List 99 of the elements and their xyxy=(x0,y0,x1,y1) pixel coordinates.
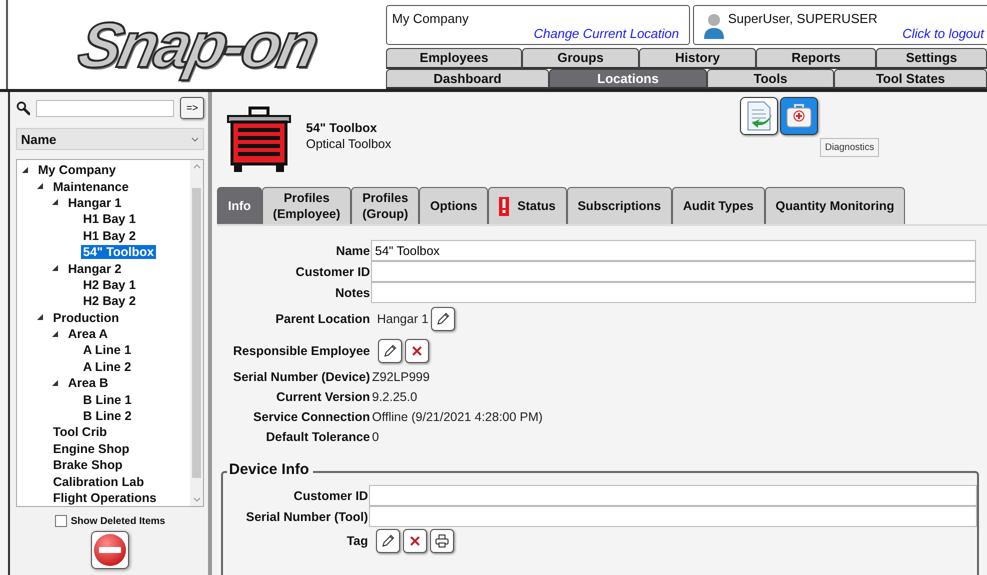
field-label: Serial Number (Device) xyxy=(232,370,370,384)
field-label: Name xyxy=(334,244,370,258)
expand-arrow-icon[interactable] xyxy=(52,380,59,387)
expand-arrow-icon[interactable] xyxy=(52,199,59,206)
tree-item[interactable]: Production xyxy=(51,310,121,325)
tree-item[interactable]: H2 Bay 1 xyxy=(81,278,138,292)
tab[interactable]: Status xyxy=(488,187,567,224)
tab[interactable]: Profiles (Employee) xyxy=(262,187,352,224)
tree-item[interactable]: Area A xyxy=(66,327,110,342)
tree-item[interactable]: A Line 1 xyxy=(81,343,134,358)
clear-button[interactable] xyxy=(403,529,427,553)
report-button[interactable] xyxy=(740,97,778,135)
tree-item[interactable]: 54" Toolbox xyxy=(81,245,156,260)
tab[interactable]: Audit Types xyxy=(672,187,765,224)
input-field[interactable]: 54" Toolbox xyxy=(371,240,976,261)
tooltip: Diagnostics xyxy=(820,138,880,157)
field-label: Service Connection xyxy=(252,410,370,424)
tree-item[interactable]: Hangar 2 xyxy=(66,262,124,276)
field-value: 0 xyxy=(372,430,379,444)
delete-button[interactable] xyxy=(91,531,129,569)
nav-tab[interactable]: Dashboard xyxy=(386,68,549,90)
input-field[interactable] xyxy=(369,506,977,527)
input-field[interactable] xyxy=(371,261,976,282)
field-value: Hangar 1 xyxy=(377,312,428,326)
tree-item[interactable]: Maintenance xyxy=(51,180,131,194)
user-avatar-icon xyxy=(702,12,726,40)
diagnostics-button[interactable] xyxy=(780,97,818,135)
change-location-link[interactable]: Change Current Location xyxy=(534,26,679,42)
field-label: Default Tolerance xyxy=(265,430,370,444)
tab[interactable]: Subscriptions xyxy=(566,187,672,224)
nav-tab[interactable]: History xyxy=(639,48,756,69)
tree-item[interactable]: B Line 2 xyxy=(81,409,134,424)
tab[interactable]: Options xyxy=(419,187,488,224)
field-label: Responsible Employee xyxy=(232,344,370,358)
expand-arrow-icon[interactable] xyxy=(52,330,59,338)
tree-item[interactable]: H1 Bay 1 xyxy=(81,212,138,226)
field-label: Customer ID xyxy=(292,488,368,502)
tree-item[interactable]: Brake Shop xyxy=(51,458,124,472)
expand-arrow-icon[interactable] xyxy=(37,314,44,322)
clear-button[interactable] xyxy=(405,339,429,363)
close-icon xyxy=(409,535,421,547)
tree-item[interactable]: Flight Operations xyxy=(51,491,158,505)
pencil-icon xyxy=(381,534,395,548)
user-name: SuperUser, SUPERUSER xyxy=(728,11,878,26)
input-field[interactable] xyxy=(371,282,976,303)
tab[interactable]: Info xyxy=(217,187,262,224)
print-button[interactable] xyxy=(430,529,454,553)
tree-item[interactable]: H2 Bay 2 xyxy=(81,294,138,308)
field-value: Offline (9/21/2021 4:28:00 PM) xyxy=(372,410,543,424)
tree-item[interactable]: Engine Shop xyxy=(51,442,132,456)
logo: Snap-on xyxy=(72,8,322,82)
tree-item[interactable]: A Line 2 xyxy=(81,360,134,374)
chevron-down-icon xyxy=(191,136,199,142)
nav-tab[interactable]: Settings xyxy=(876,48,987,69)
tree-item[interactable]: B Line 1 xyxy=(81,392,134,407)
edit-button[interactable] xyxy=(376,529,400,553)
checkbox[interactable] xyxy=(54,515,67,527)
tree-item[interactable]: Area B xyxy=(66,376,110,390)
sort-dropdown[interactable]: Name xyxy=(16,128,204,150)
item-name: 54" Toolbox xyxy=(306,120,378,134)
expand-arrow-icon[interactable] xyxy=(52,265,59,272)
tree-item[interactable]: H1 Bay 2 xyxy=(81,228,138,243)
tree-item[interactable]: My Company xyxy=(36,163,118,178)
tree-item[interactable]: Calibration Lab xyxy=(51,474,146,489)
location-name: My Company xyxy=(392,11,469,26)
search-icon xyxy=(16,100,30,116)
expand-arrow-icon[interactable] xyxy=(22,166,29,174)
item-type: Optical Toolbox xyxy=(306,136,392,150)
field-label: Current Version xyxy=(275,390,370,404)
edit-button[interactable] xyxy=(431,307,456,331)
field-value: 9.2.25.0 xyxy=(372,390,418,404)
field-label: Parent Location xyxy=(274,312,370,326)
field-label: Serial Number (Tool) xyxy=(244,510,368,524)
nav-tab[interactable]: Groups xyxy=(522,48,639,69)
pencil-icon xyxy=(383,344,397,358)
nav-tab[interactable]: Reports xyxy=(756,48,876,69)
close-icon xyxy=(411,345,423,357)
pencil-icon xyxy=(436,312,450,326)
nav-tab[interactable]: Locations xyxy=(549,68,707,90)
nav-tab[interactable]: Employees xyxy=(386,48,522,69)
search-field[interactable] xyxy=(36,100,174,116)
printer-icon xyxy=(435,534,449,548)
field-label: Tag xyxy=(346,534,368,548)
input-field[interactable] xyxy=(369,485,977,506)
nav-tab[interactable]: Tool States xyxy=(834,68,987,90)
tab[interactable]: Profiles (Group) xyxy=(351,187,420,224)
tree-item[interactable]: Tool Crib xyxy=(51,425,109,440)
go-button[interactable]: => xyxy=(180,97,204,119)
field-value: Z92LP999 xyxy=(372,370,430,384)
logout-link[interactable]: Click to logout xyxy=(902,26,984,42)
checkbox-label: Show Deleted Items xyxy=(70,516,166,526)
tab[interactable]: Quantity Monitoring xyxy=(764,187,906,224)
field-label: Customer ID xyxy=(294,264,370,278)
expand-arrow-icon[interactable] xyxy=(37,183,44,190)
edit-button[interactable] xyxy=(378,339,402,363)
nav-tab[interactable]: Tools xyxy=(707,68,834,90)
toolbox-icon xyxy=(226,106,292,174)
field-label: Notes xyxy=(334,286,370,300)
tree-item[interactable]: Hangar 1 xyxy=(66,196,124,210)
